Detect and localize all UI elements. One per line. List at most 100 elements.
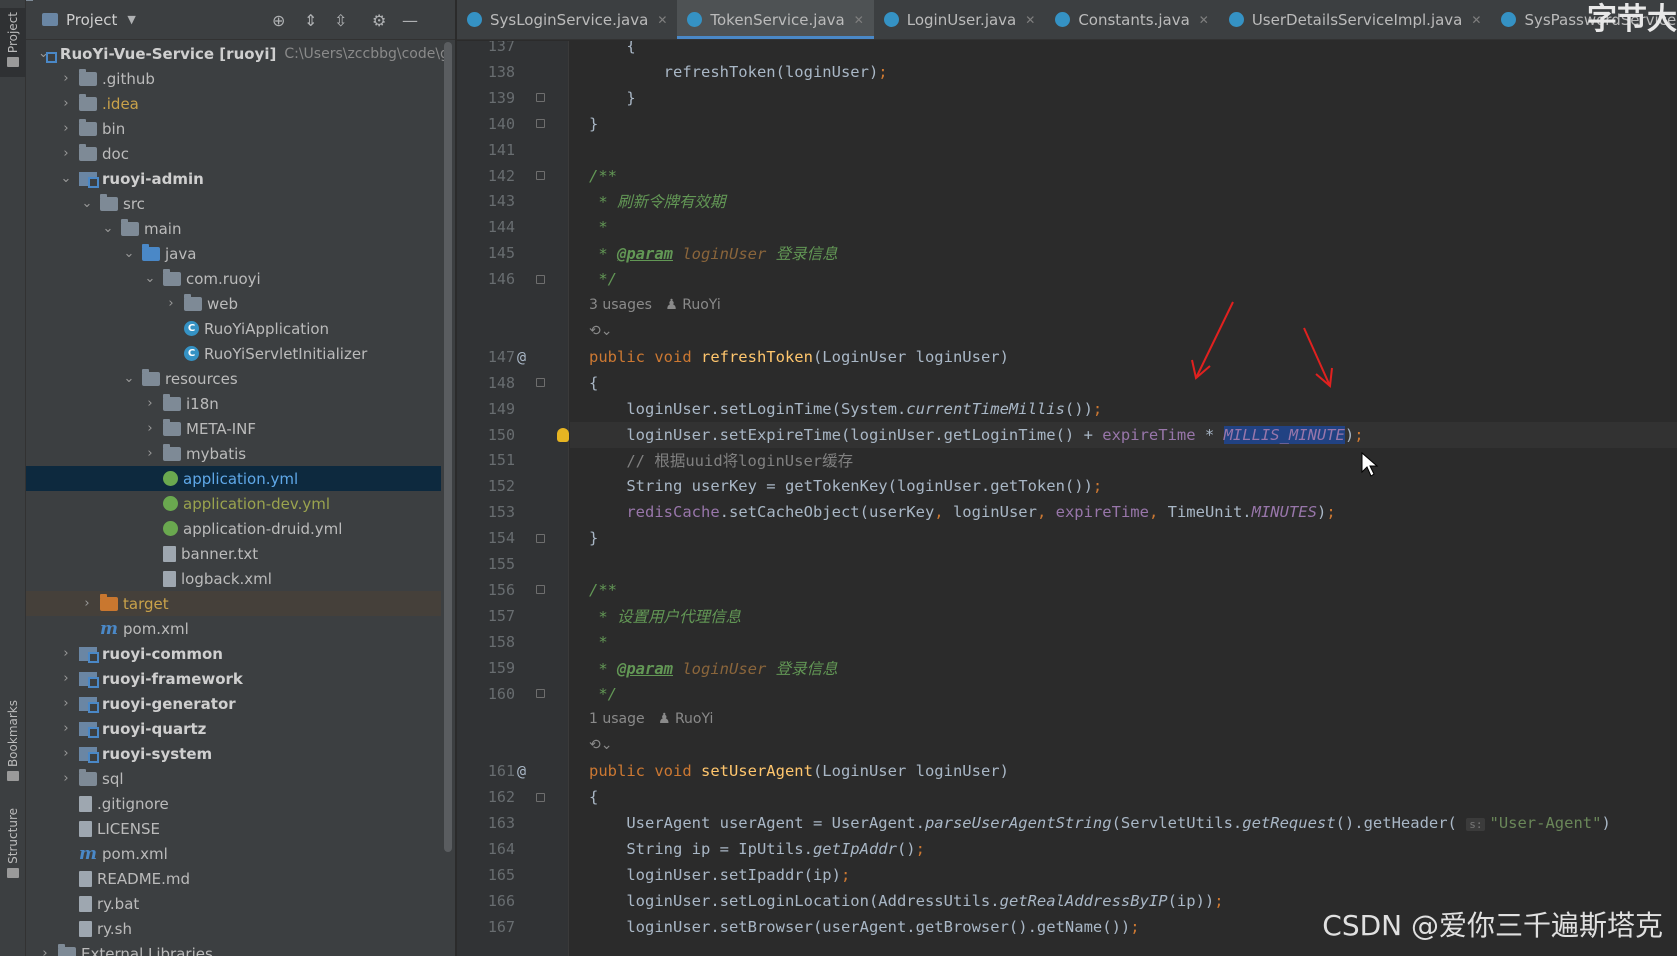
tree-item[interactable]: › i18n [26, 391, 441, 416]
chevron-right-icon[interactable]: › [59, 721, 73, 736]
code-editor[interactable]: 137 {138 refreshToken(loginUser); 139 } 14… [457, 41, 1677, 956]
tree-item[interactable]: › bin [26, 116, 441, 141]
project-scrollbar[interactable] [444, 42, 452, 852]
tree-item[interactable]: .gitignore [26, 791, 441, 816]
fold-marker-icon[interactable] [536, 378, 545, 388]
tree-item[interactable]: › ruoyi-framework [26, 666, 441, 691]
chevron-right-icon[interactable]: › [59, 771, 73, 786]
chevron-right-icon[interactable]: › [143, 446, 157, 461]
tree-item[interactable]: › ruoyi-common [26, 641, 441, 666]
fold-marker-icon[interactable] [536, 792, 545, 802]
tree-item[interactable]: › mybatis [26, 441, 441, 466]
chevron-right-icon[interactable]: › [59, 96, 73, 111]
minimize-icon[interactable]: — [402, 11, 418, 30]
tree-item[interactable]: ry.bat [26, 891, 441, 916]
chevron-down-icon[interactable]: ⌄ [101, 221, 115, 236]
chevron-right-icon[interactable]: › [59, 146, 73, 161]
tree-item[interactable]: › web [26, 291, 441, 316]
tree-item[interactable]: ry.sh [26, 916, 441, 941]
tree-item[interactable]: m pom.xml [26, 616, 441, 641]
tree-item[interactable]: application-dev.yml [26, 491, 441, 516]
usages-hint[interactable]: 3 usages ♟ RuoYi [589, 297, 721, 313]
project-panel-title[interactable]: Project [66, 11, 117, 29]
fold-marker-icon[interactable] [536, 585, 545, 595]
close-icon[interactable]: ✕ [854, 13, 864, 27]
tree-item[interactable]: › sql [26, 766, 441, 791]
chevron-right-icon[interactable]: › [80, 596, 94, 611]
folder-icon [79, 93, 97, 111]
tree-item[interactable]: application.yml [26, 466, 441, 491]
tree-item[interactable]: C RuoYiApplication [26, 316, 441, 341]
fold-marker-icon[interactable] [536, 171, 545, 180]
chevron-right-icon[interactable]: › [59, 71, 73, 86]
tree-item[interactable]: C RuoYiServletInitializer [26, 341, 441, 366]
fold-marker-icon[interactable] [536, 533, 545, 543]
close-icon[interactable]: ✕ [657, 13, 667, 27]
override-marker-icon[interactable]: @ [517, 762, 526, 780]
close-icon[interactable]: ✕ [1471, 13, 1481, 27]
usages-hint[interactable]: ⟲⌄ [589, 737, 612, 753]
tree-item[interactable]: › ruoyi-generator [26, 691, 441, 716]
override-marker-icon[interactable]: @ [517, 348, 526, 366]
tree-item[interactable]: › .idea [26, 91, 441, 116]
tree-item[interactable]: logback.xml [26, 566, 441, 591]
editor-tab[interactable]: UserDetailsServiceImpl.java ✕ [1219, 0, 1492, 39]
chevron-right-icon[interactable]: › [143, 396, 157, 411]
chevron-right-icon[interactable]: › [164, 296, 178, 311]
tree-item[interactable]: › target [26, 591, 441, 616]
chevron-down-icon[interactable]: ⌄ [59, 171, 73, 186]
tree-item[interactable]: application-druid.yml [26, 516, 441, 541]
chevron-right-icon[interactable]: › [59, 121, 73, 136]
tree-item[interactable]: › ruoyi-quartz [26, 716, 441, 741]
chevron-right-icon[interactable]: › [38, 946, 52, 956]
tree-item[interactable]: › ruoyi-system [26, 741, 441, 766]
gear-icon[interactable]: ⚙ [372, 11, 386, 30]
chevron-down-icon[interactable]: ▼ [127, 13, 135, 26]
fold-marker-icon[interactable] [536, 689, 545, 698]
tree-item[interactable]: ⌄ java [26, 241, 441, 266]
chevron-right-icon[interactable]: › [59, 696, 73, 711]
tree-item[interactable]: › doc [26, 141, 441, 166]
fold-marker-icon[interactable] [536, 119, 545, 129]
tree-item[interactable]: m pom.xml [26, 841, 441, 866]
tool-tab-structure[interactable]: Structure [0, 808, 26, 882]
editor-tab[interactable]: Constants.java ✕ [1045, 0, 1219, 39]
tree-item[interactable]: README.md [26, 866, 441, 891]
fold-marker-icon[interactable] [536, 274, 545, 284]
tree-item[interactable]: › META-INF [26, 416, 441, 441]
collapse-all-icon[interactable]: ⇳ [334, 11, 347, 30]
chevron-down-icon[interactable]: ⌄ [122, 371, 136, 386]
chevron-down-icon[interactable]: ⌄ [80, 196, 94, 211]
chevron-right-icon[interactable]: › [59, 671, 73, 686]
tree-item[interactable]: › .github [26, 66, 441, 91]
tree-item[interactable]: › External Libraries [26, 941, 441, 956]
tree-item[interactable]: LICENSE [26, 816, 441, 841]
editor-tab[interactable]: LoginUser.java ✕ [874, 0, 1046, 39]
tree-item[interactable]: ⌄ main [26, 216, 441, 241]
tree-item[interactable]: ⌄ src [26, 191, 441, 216]
tree-item[interactable]: ⌄ RuoYi-Vue-Service [ruoyi] C:\Users\zccbb… [26, 41, 449, 66]
line-number: 164 [487, 839, 515, 858]
close-icon[interactable]: ✕ [1199, 13, 1209, 27]
tool-tab-bookmarks[interactable]: Bookmarks [0, 700, 26, 785]
expand-all-icon[interactable]: ⇕ [304, 11, 317, 30]
locate-icon[interactable]: ⊕ [272, 11, 285, 30]
usages-hint[interactable]: ⟲⌄ [589, 323, 612, 339]
chevron-down-icon[interactable]: ⌄ [122, 246, 136, 261]
lightbulb-icon[interactable] [557, 427, 569, 442]
tree-item[interactable]: ⌄ ruoyi-admin [26, 166, 441, 191]
fold-marker-icon[interactable] [536, 93, 545, 103]
usages-hint[interactable]: 1 usage ♟ RuoYi [589, 711, 713, 727]
close-icon[interactable]: ✕ [1025, 13, 1035, 27]
editor-tab[interactable]: TokenService.java ✕ [677, 0, 875, 39]
tree-item[interactable]: banner.txt [26, 541, 441, 566]
tool-tab-project[interactable]: Project [0, 8, 26, 78]
code-token: refreshToken [700, 347, 813, 366]
tree-item[interactable]: ⌄ resources [26, 366, 441, 391]
editor-tab[interactable]: SysLoginService.java ✕ [457, 0, 677, 39]
chevron-right-icon[interactable]: › [59, 746, 73, 761]
chevron-down-icon[interactable]: ⌄ [143, 271, 157, 286]
chevron-right-icon[interactable]: › [59, 646, 73, 661]
tree-item[interactable]: ⌄ com.ruoyi [26, 266, 441, 291]
chevron-right-icon[interactable]: › [143, 421, 157, 436]
